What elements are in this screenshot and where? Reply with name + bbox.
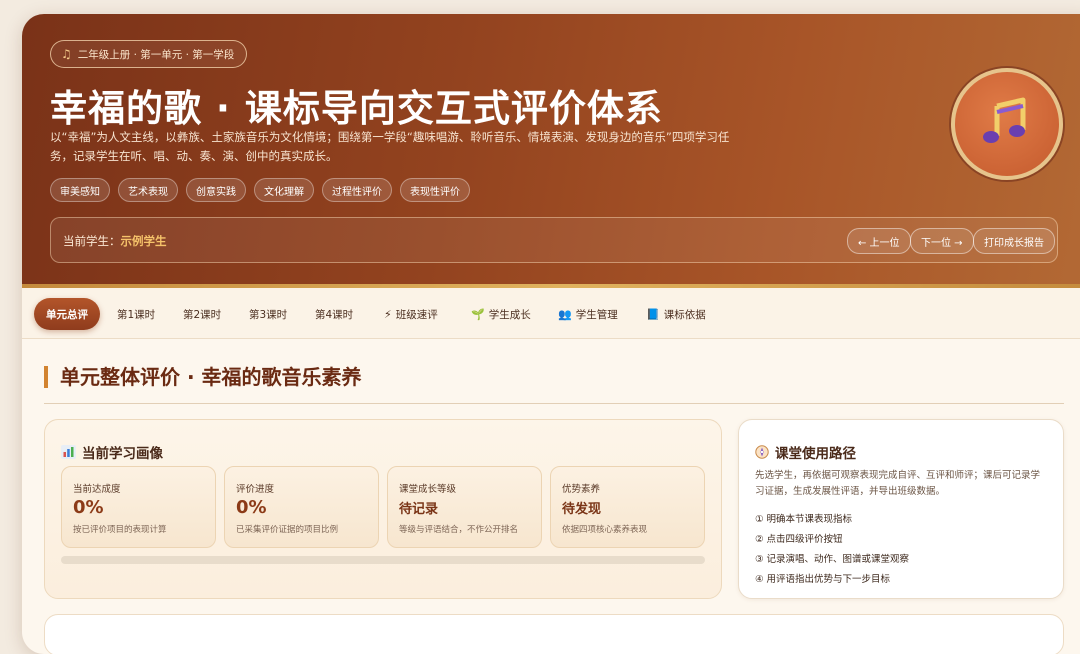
tab-lesson-4[interactable]: 第4课时 (303, 298, 365, 330)
metric-label: 优势素养 (562, 484, 601, 495)
tab-label: 第1课时 (117, 308, 156, 321)
breadcrumb-text: 二年级上册 · 第一单元 · 第一学段 (77, 48, 235, 61)
users-icon: 👥 (558, 307, 572, 321)
compass-icon (755, 445, 769, 459)
music-logo-badge (951, 68, 1063, 180)
metric-note: 等级与评语结合，不作公开排名 (399, 525, 519, 535)
tab-label: 课标依据 (663, 308, 706, 321)
literacy-tags: 审美感知 艺术表现 创意实践 文化理解 过程性评价 表现性评价 (50, 178, 470, 202)
tab-lesson-3[interactable]: 第3课时 (237, 298, 299, 330)
tag-process-eval: 过程性评价 (322, 178, 392, 202)
usage-step: ② 点击四级评价按钮 (755, 534, 843, 545)
metric-label: 当前达成度 (73, 484, 121, 495)
metric-value: 0% (236, 497, 267, 518)
metric-progress: 评价进度 0% 已采集评价证据的项目比例 (224, 466, 379, 548)
music-notes-icon (983, 97, 1026, 143)
tag-aesthetic: 审美感知 (50, 178, 110, 202)
current-student: 当前学生：示例学生 (63, 233, 167, 249)
usage-description: 先选学生，再依据可观察表现完成自评、互评和师评；课后可记录学习证据，生成发展性评… (755, 470, 1041, 497)
bar-chart-icon (61, 445, 76, 459)
tab-unit-summary[interactable]: 单元总评 (34, 298, 100, 330)
tab-lesson-2[interactable]: 第2课时 (171, 298, 233, 330)
tag-performance: 艺术表现 (118, 178, 178, 202)
music-note-icon: ♫ (61, 47, 72, 61)
section-divider (44, 403, 1064, 404)
hero-description: 以“幸福”为人文主线，以彝族、土家族音乐为文化情境；围绕第一学段“趣味唱游、聆听… (50, 130, 730, 163)
usage-step: ① 明确本节课表现指标 (755, 514, 853, 525)
metric-value: 待记录 (399, 502, 439, 517)
tab-label: 第4课时 (315, 308, 354, 321)
metric-note: 依据四项核心素养表现 (562, 525, 648, 535)
tag-culture: 文化理解 (254, 178, 314, 202)
tab-label: 第3课时 (249, 308, 288, 321)
page-title: 幸福的歌 · 课标导向交互式评价体系 (50, 87, 663, 130)
tab-class-quick-eval[interactable]: ⚡ 班级速评 (372, 298, 450, 330)
metric-label: 评价进度 (236, 484, 275, 495)
usage-step: ③ 记录演唱、动作、图谱或课堂观察 (755, 554, 910, 565)
usage-step: ④ 用评语指出优势与下一步目标 (755, 574, 891, 585)
metric-value: 待发现 (562, 502, 602, 517)
usage-steps: ① 明确本节课表现指标 ② 点击四级评价按钮 ③ 记录演唱、动作、图谱或课堂观察… (755, 510, 909, 590)
book-icon: 📘 (646, 307, 660, 321)
print-report-button[interactable]: 打印成长报告 (973, 228, 1055, 254)
tab-standards[interactable]: 📘 课标依据 (634, 298, 718, 330)
tab-student-management[interactable]: 👥 学生管理 (546, 298, 630, 330)
main-tabs: 单元总评 第1课时 第2课时 第3课时 第4课时 ⚡ 班级速评 🌱 学生成长 👥 学生… (22, 288, 1080, 339)
evaluation-progress-bar (61, 556, 705, 564)
lightning-icon: ⚡ (384, 307, 392, 321)
current-student-label: 当前学生： (63, 234, 121, 248)
tab-lesson-1[interactable]: 第1课时 (105, 298, 167, 330)
classroom-usage-card: 课堂使用路径 先选学生，再依据可观察表现完成自评、互评和师评；课后可记录学习证据… (738, 419, 1064, 599)
metric-note: 按已评价项目的表现计算 (73, 525, 167, 535)
metric-achievement: 当前达成度 0% 按已评价项目的表现计算 (61, 466, 216, 548)
next-student-button[interactable]: 下一位 → (910, 228, 974, 254)
app-page: ♫ 二年级上册 · 第一单元 · 第一学段 幸福的歌 · 课标导向交互式评价体系… (22, 14, 1080, 654)
student-selector-bar: 当前学生：示例学生 ← 上一位 下一位 → 打印成长报告 (50, 217, 1058, 263)
tab-label: 学生成长 (488, 308, 531, 321)
usage-header: 课堂使用路径 (755, 442, 856, 462)
metric-note: 已采集评价证据的项目比例 (236, 525, 339, 535)
hero-banner: ♫ 二年级上册 · 第一单元 · 第一学段 幸福的歌 · 课标导向交互式评价体系… (22, 14, 1080, 288)
sprout-icon: 🌱 (471, 307, 485, 321)
current-student-name: 示例学生 (120, 234, 167, 248)
next-card-peek (44, 614, 1064, 654)
tab-label: 第2课时 (183, 308, 222, 321)
tag-creative: 创意实践 (186, 178, 246, 202)
tab-label: 学生管理 (575, 308, 618, 321)
metric-growth-level: 课堂成长等级 待记录 等级与评语结合，不作公开排名 (387, 466, 542, 548)
portrait-header: 当前学习画像 (61, 442, 163, 462)
section-title: 单元整体评价 · 幸福的歌音乐素养 (44, 366, 362, 388)
tag-performance-eval: 表现性评价 (400, 178, 470, 202)
tab-student-growth[interactable]: 🌱 学生成长 (459, 298, 543, 330)
usage-title: 课堂使用路径 (775, 446, 856, 462)
metric-strength: 优势素养 待发现 依据四项核心素养表现 (550, 466, 705, 548)
unit-breadcrumb: ♫ 二年级上册 · 第一单元 · 第一学段 (50, 40, 248, 68)
tab-label: 班级速评 (395, 308, 438, 321)
tab-label: 单元总评 (46, 308, 88, 321)
learning-portrait-card: 当前学习画像 当前达成度 0% 按已评价项目的表现计算 评价进度 0% 已采集评… (44, 419, 722, 599)
metric-label: 课堂成长等级 (399, 484, 457, 495)
portrait-title: 当前学习画像 (82, 446, 163, 462)
metric-value: 0% (73, 497, 104, 518)
prev-student-button[interactable]: ← 上一位 (847, 228, 911, 254)
